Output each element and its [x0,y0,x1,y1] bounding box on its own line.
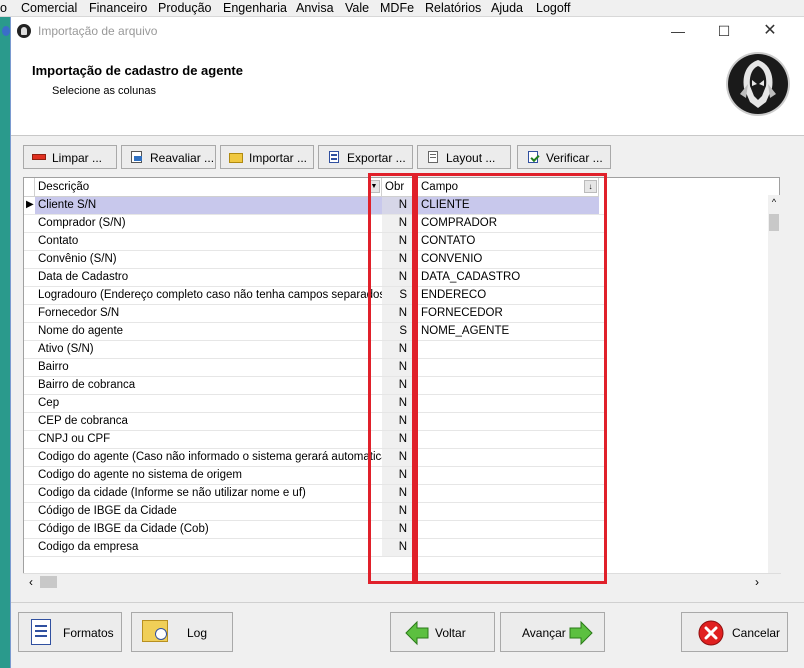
scroll-up-arrow[interactable]: ^ [768,195,780,209]
menu-item-financeiro[interactable]: Financeiro [89,1,147,15]
export-document-icon [327,151,341,163]
scroll-thumb[interactable] [769,214,779,231]
cell-description[interactable]: Codigo da cidade (Informe se não utiliza… [35,485,382,502]
clear-button[interactable]: Limpar ... [23,145,117,169]
scroll-left-arrow[interactable]: ‹ [25,576,37,588]
cell-description[interactable]: Codigo do agente no sistema de origem [35,467,382,484]
cell-description[interactable]: Data de Cadastro [35,269,382,286]
cell-description[interactable]: Código de IBGE da Cidade [35,503,382,520]
formats-button[interactable]: Formatos [18,612,122,652]
menu-item-vale[interactable]: Vale [345,1,369,15]
reevaluate-button-label: Reavaliar ... [150,151,215,165]
cell-description[interactable]: Cep [35,395,382,412]
scroll-right-arrow[interactable]: › [751,576,763,588]
import-button-label: Importar ... [249,151,308,165]
current-row-indicator-icon: ▶ [26,199,34,210]
menu-item-mdfe[interactable]: MDFe [380,1,414,15]
menu-item-relatorios[interactable]: Relatórios [425,1,481,15]
close-button[interactable]: ✕ [747,17,793,47]
cell-description[interactable]: Fornecedor S/N [35,305,382,322]
verify-checklist-icon [526,151,540,163]
folder-open-icon [229,151,243,163]
verify-button[interactable]: Verificar ... [517,145,611,169]
log-button[interactable]: Log [131,612,233,652]
background-app-edge [0,24,10,38]
export-button[interactable]: Exportar ... [318,145,413,169]
back-arrow-icon [405,620,429,646]
cell-description[interactable]: Logradouro (Endereço completo caso não t… [35,287,382,304]
wizard-header: Importação de cadastro de agente Selecio… [11,47,804,136]
log-folder-clock-icon [142,620,168,642]
verify-button-label: Verificar ... [546,151,603,165]
grid-row-indicator-header [24,178,35,197]
menu-item-anvisa[interactable]: Anvisa [296,1,334,15]
bottom-separator [11,602,804,603]
menu-edge-text: o [0,1,7,15]
eraser-icon [32,151,46,163]
cell-description[interactable]: Contato [35,233,382,250]
maximize-button[interactable]: ☐ [701,17,747,47]
next-button[interactable]: Avançar [500,612,605,652]
import-dialog: Importação de arquivo — ☐ ✕ Importação d… [10,17,804,668]
menu-item-comercial[interactable]: Comercial [21,1,77,15]
cell-description[interactable]: Codigo da empresa [35,539,382,556]
page-subtitle: Selecione as colunas [52,85,156,97]
cell-description[interactable]: Ativo (S/N) [35,341,382,358]
cell-description[interactable]: Bairro [35,359,382,376]
back-button-label: Voltar [435,626,466,640]
cell-description[interactable]: Comprador (S/N) [35,215,382,232]
log-button-label: Log [187,626,208,640]
cell-description[interactable]: CEP de cobranca [35,413,382,430]
main-menu-bar: o Comercial Financeiro Produção Engenhar… [0,0,804,17]
menu-item-ajuda[interactable]: Ajuda [491,1,523,15]
back-button[interactable]: Voltar [390,612,495,652]
formats-button-label: Formatos [63,626,114,640]
next-button-label: Avançar [522,626,566,640]
cancel-button[interactable]: Cancelar [681,612,788,652]
layout-document-icon [426,151,440,163]
menu-item-producao[interactable]: Produção [158,1,212,15]
field-column-highlight [415,173,607,584]
cell-description[interactable]: Nome do agente [35,323,382,340]
cell-description[interactable]: Bairro de cobranca [35,377,382,394]
clear-button-label: Limpar ... [52,151,103,165]
background-app-icon [2,26,10,36]
next-arrow-icon [569,620,593,646]
cell-description[interactable]: Codigo do agente (Caso não informado o s… [35,449,382,466]
import-button[interactable]: Importar ... [220,145,314,169]
app-icon [17,24,31,38]
reevaluate-icon [130,151,144,163]
menu-item-logoff[interactable]: Logoff [536,1,571,15]
page-title: Importação de cadastro de agente [32,63,243,78]
layout-button[interactable]: Layout ... [417,145,511,169]
cell-description[interactable]: Código de IBGE da Cidade (Cob) [35,521,382,538]
formats-document-icon [31,619,51,645]
menu-item-engenharia[interactable]: Engenharia [223,1,287,15]
company-logo [728,54,788,114]
dialog-titlebar: Importação de arquivo — ☐ ✕ [11,17,804,47]
export-button-label: Exportar ... [347,151,406,165]
cell-description[interactable]: Convênio (S/N) [35,251,382,268]
cancel-button-label: Cancelar [732,626,781,640]
horizontal-scroll-thumb[interactable] [40,576,57,588]
reevaluate-button[interactable]: Reavaliar ... [121,145,216,169]
cancel-icon [698,620,724,646]
dialog-title: Importação de arquivo [38,24,158,38]
required-column-highlight [368,173,415,584]
cell-description[interactable]: Cliente S/N [35,197,382,214]
column-header-description[interactable]: Descrição [35,178,382,197]
cell-description[interactable]: CNPJ ou CPF [35,431,382,448]
minimize-button[interactable]: — [655,17,701,47]
layout-button-label: Layout ... [446,151,496,165]
grid-vertical-scrollbar[interactable]: ^ ⌄ [768,195,780,590]
